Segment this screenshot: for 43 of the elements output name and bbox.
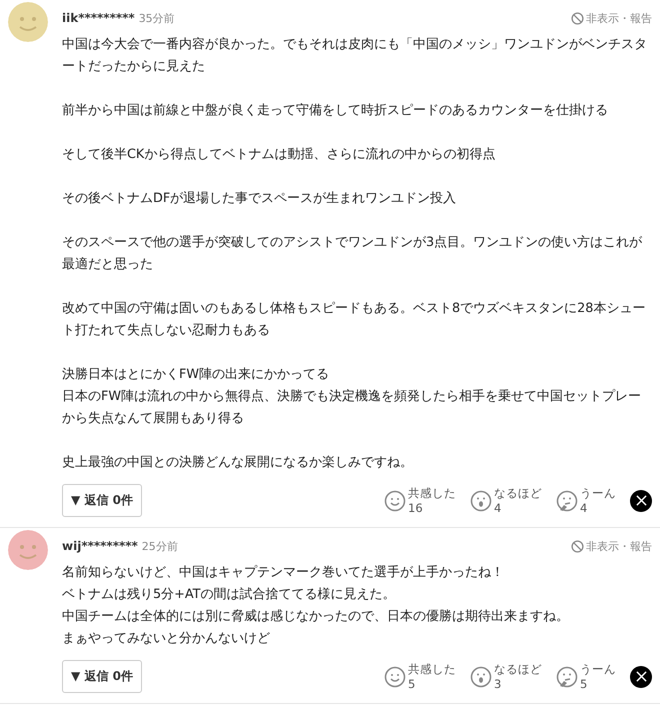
think-face-icon[interactable]	[556, 490, 578, 512]
smile-face-icon[interactable]	[384, 666, 406, 688]
hide-report-link[interactable]: 非表示・報告	[571, 538, 652, 554]
reaction-label[interactable]: なるほど	[494, 486, 542, 500]
comment-text: その後ベトナムDFが退場した事でスペースが生まれワンユドン投入	[62, 190, 458, 208]
reply-button[interactable]: ▼ 返信 0件	[62, 484, 142, 517]
reaction-label[interactable]: 共感した	[408, 486, 456, 500]
ban-icon[interactable]	[571, 540, 584, 552]
reaction-count: 4	[580, 500, 588, 516]
reaction-count: 16	[408, 500, 424, 516]
surprise-face-icon[interactable]	[470, 490, 492, 512]
reaction-count: 3	[494, 676, 502, 692]
smile-face-icon[interactable]	[384, 490, 406, 512]
think-face-icon[interactable]	[556, 666, 578, 688]
x-share-icon[interactable]	[630, 490, 652, 512]
reaction-count: 5	[580, 676, 588, 692]
reaction-label[interactable]: なるほど	[494, 662, 542, 676]
comment-text: 名前知らないけど、中国はキャプテンマーク巻いてた選手が上手かったね！	[62, 564, 505, 582]
post-time: 35分前	[138, 10, 175, 26]
comment-text: そのスペースで他の選手が突破してのアシストでワンユドンが3点目。ワンユドンの使い方はこれが最適だと思った	[62, 234, 644, 274]
user-name[interactable]: wij*********	[62, 539, 138, 553]
hide-report-link[interactable]: 非表示・報告	[571, 10, 652, 26]
reaction-label[interactable]: 共感した	[408, 662, 456, 676]
reply-button[interactable]: ▼ 返信 0件	[62, 660, 142, 693]
comment-text: 中国チームは全体的には別に脅威は感じなかったので、日本の優勝は期待出来ますね。	[62, 608, 570, 626]
x-share-icon[interactable]	[630, 666, 652, 688]
comment-text: そして後半CKから得点してベトナムは動揺、さらに流れの中からの初得点	[62, 146, 496, 164]
comment-text: 前半から中国は前線と中盤が良く走って守備をして時折スピードのあるカウンターを仕掛ける	[62, 102, 609, 120]
user-name[interactable]: iik*********	[62, 11, 135, 25]
comment-text: 史上最強の中国との決勝どんな展開になるか楽しみですね。	[62, 454, 414, 472]
comment-text: 改めて中国の守備は固いのもあるし体格もスピードもある。ベスト8でウズベキスタンに28本シュート打たれて失点しない忍耐力もある	[62, 300, 646, 340]
comment-text: まぁやってみないと分かんないけど	[62, 630, 271, 648]
reaction-label[interactable]: うーん	[580, 486, 616, 500]
surprise-face-icon[interactable]	[470, 666, 492, 688]
reaction-label[interactable]: うーん	[580, 662, 616, 676]
comment-text: 決勝日本はとにかくFW陣の出来にかかってる	[62, 366, 330, 384]
ban-icon[interactable]	[571, 12, 584, 24]
reaction-count: 4	[494, 500, 502, 516]
post-time: 25分前	[142, 538, 178, 554]
comment-text: 日本のFW陣は流れの中から無得点、決勝でも決定機逸を頻発したら相手を乗せて中国セットプレーから失点なんて展開もあり得る	[62, 388, 642, 428]
comment-text: ベトナムは残り5分+ATの間は試合捨ててる様に見えた。	[62, 586, 396, 604]
reaction-count: 5	[408, 676, 416, 692]
comment-text: 中国は今大会で一番内容が良かった。でもそれは皮肉にも「中国のメッシ」ワンユドンがベンチスタートだったからに見えた	[62, 36, 647, 76]
